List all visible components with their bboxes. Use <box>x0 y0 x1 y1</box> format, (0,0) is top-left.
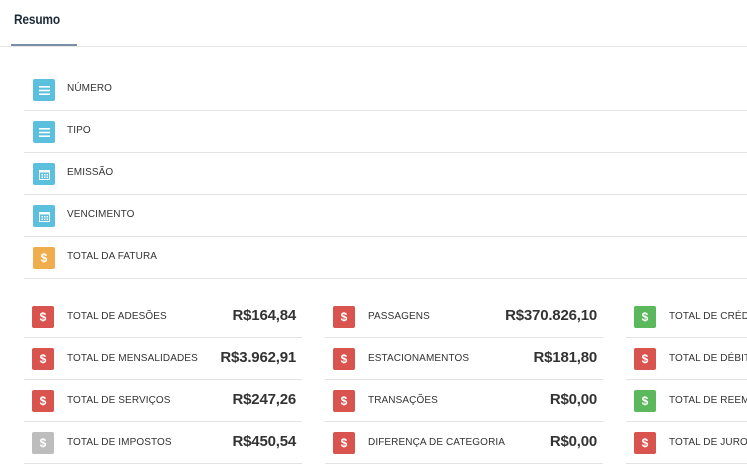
total-row: $ TOTAL DE ADESÕES R$164,84 <box>24 296 302 338</box>
dollar-icon: $ <box>32 390 54 412</box>
total-row: $ TOTAL DE SERVIÇOS R$247,26 <box>24 380 302 422</box>
info-label: VENCIMENTO <box>67 209 135 220</box>
info-row-numero: NÚMERO <box>24 69 747 111</box>
total-row: $ TOTAL DE MENSALIDADES R$3.962,91 <box>24 338 302 380</box>
dollar-icon: $ <box>333 306 355 328</box>
total-label: DIFERENÇA DE CATEGORIA <box>368 437 506 448</box>
total-value: R$3.962,91 <box>220 349 296 366</box>
dollar-icon: $ <box>32 432 54 454</box>
dollar-icon: $ <box>634 390 656 412</box>
total-label: TRANSAÇÕES <box>368 395 438 406</box>
info-row-total-fatura: $ TOTAL DA FATURA <box>24 237 747 279</box>
totals-column-3: $ TOTAL DE CRÉDITOS $ TOTAL DE DÉBITOS $… <box>626 296 747 464</box>
totals-column-2: $ PASSAGENS R$370.826,10 $ ESTACIONAMENT… <box>325 296 603 464</box>
total-row: $ TOTAL DE JUROS <box>626 422 747 464</box>
calendar-icon <box>33 163 55 185</box>
total-row: $ TRANSAÇÕES R$0,00 <box>325 380 603 422</box>
total-label: TOTAL DE CRÉDITOS <box>669 311 747 322</box>
total-value: R$164,84 <box>232 307 297 324</box>
dollar-icon: $ <box>32 306 54 328</box>
total-label: TOTAL DE SERVIÇOS <box>67 395 171 406</box>
info-label: NÚMERO <box>67 83 113 94</box>
dollar-icon: $ <box>634 348 656 370</box>
dollar-icon: $ <box>32 348 54 370</box>
total-row: $ TOTAL DE IMPOSTOS R$450,54 <box>24 422 302 464</box>
total-value: R$247,26 <box>232 391 297 408</box>
total-row: $ TOTAL DE REEMBOLSOS <box>626 380 747 422</box>
total-label: TOTAL DE ADESÕES <box>67 311 167 322</box>
total-value: R$0,00 <box>549 433 597 450</box>
info-row-tipo: TIPO <box>24 111 747 153</box>
dollar-icon: $ <box>333 390 355 412</box>
dollar-icon: $ <box>634 432 656 454</box>
total-label: TOTAL DE DÉBITOS <box>669 353 747 364</box>
total-row: $ DIFERENÇA DE CATEGORIA R$0,00 <box>325 422 603 464</box>
list-icon <box>33 121 55 143</box>
total-value: R$450,54 <box>232 433 297 450</box>
tab-bar: Resumo <box>0 0 747 47</box>
list-icon <box>33 79 55 101</box>
total-row: $ PASSAGENS R$370.826,10 <box>325 296 603 338</box>
info-label: EMISSÃO <box>67 167 114 178</box>
dollar-icon: $ <box>333 432 355 454</box>
info-row-emissao: EMISSÃO <box>24 153 747 195</box>
dollar-icon: $ <box>333 348 355 370</box>
total-value: R$181,80 <box>533 349 598 366</box>
total-value: R$0,00 <box>549 391 597 408</box>
totals-column-1: $ TOTAL DE ADESÕES R$164,84 $ TOTAL DE M… <box>24 296 302 464</box>
total-label: TOTAL DE MENSALIDADES <box>67 353 198 364</box>
info-row-vencimento: VENCIMENTO <box>24 195 747 237</box>
total-row: $ TOTAL DE CRÉDITOS <box>626 296 747 338</box>
total-label: TOTAL DE JUROS <box>669 437 747 448</box>
total-value: R$370.826,10 <box>505 307 597 324</box>
total-row: $ TOTAL DE DÉBITOS <box>626 338 747 380</box>
total-label: TOTAL DE REEMBOLSOS <box>669 395 747 406</box>
total-label: TOTAL DE IMPOSTOS <box>67 437 172 448</box>
calendar-icon <box>33 205 55 227</box>
tab-resumo[interactable]: Resumo <box>14 11 60 27</box>
info-label: TOTAL DA FATURA <box>67 251 158 262</box>
total-label: ESTACIONAMENTOS <box>368 353 470 364</box>
dollar-icon: $ <box>634 306 656 328</box>
total-label: PASSAGENS <box>368 311 430 322</box>
dollar-icon: $ <box>33 247 55 269</box>
active-tab-indicator <box>11 44 77 46</box>
info-label: TIPO <box>67 125 91 136</box>
total-row: $ ESTACIONAMENTOS R$181,80 <box>325 338 603 380</box>
